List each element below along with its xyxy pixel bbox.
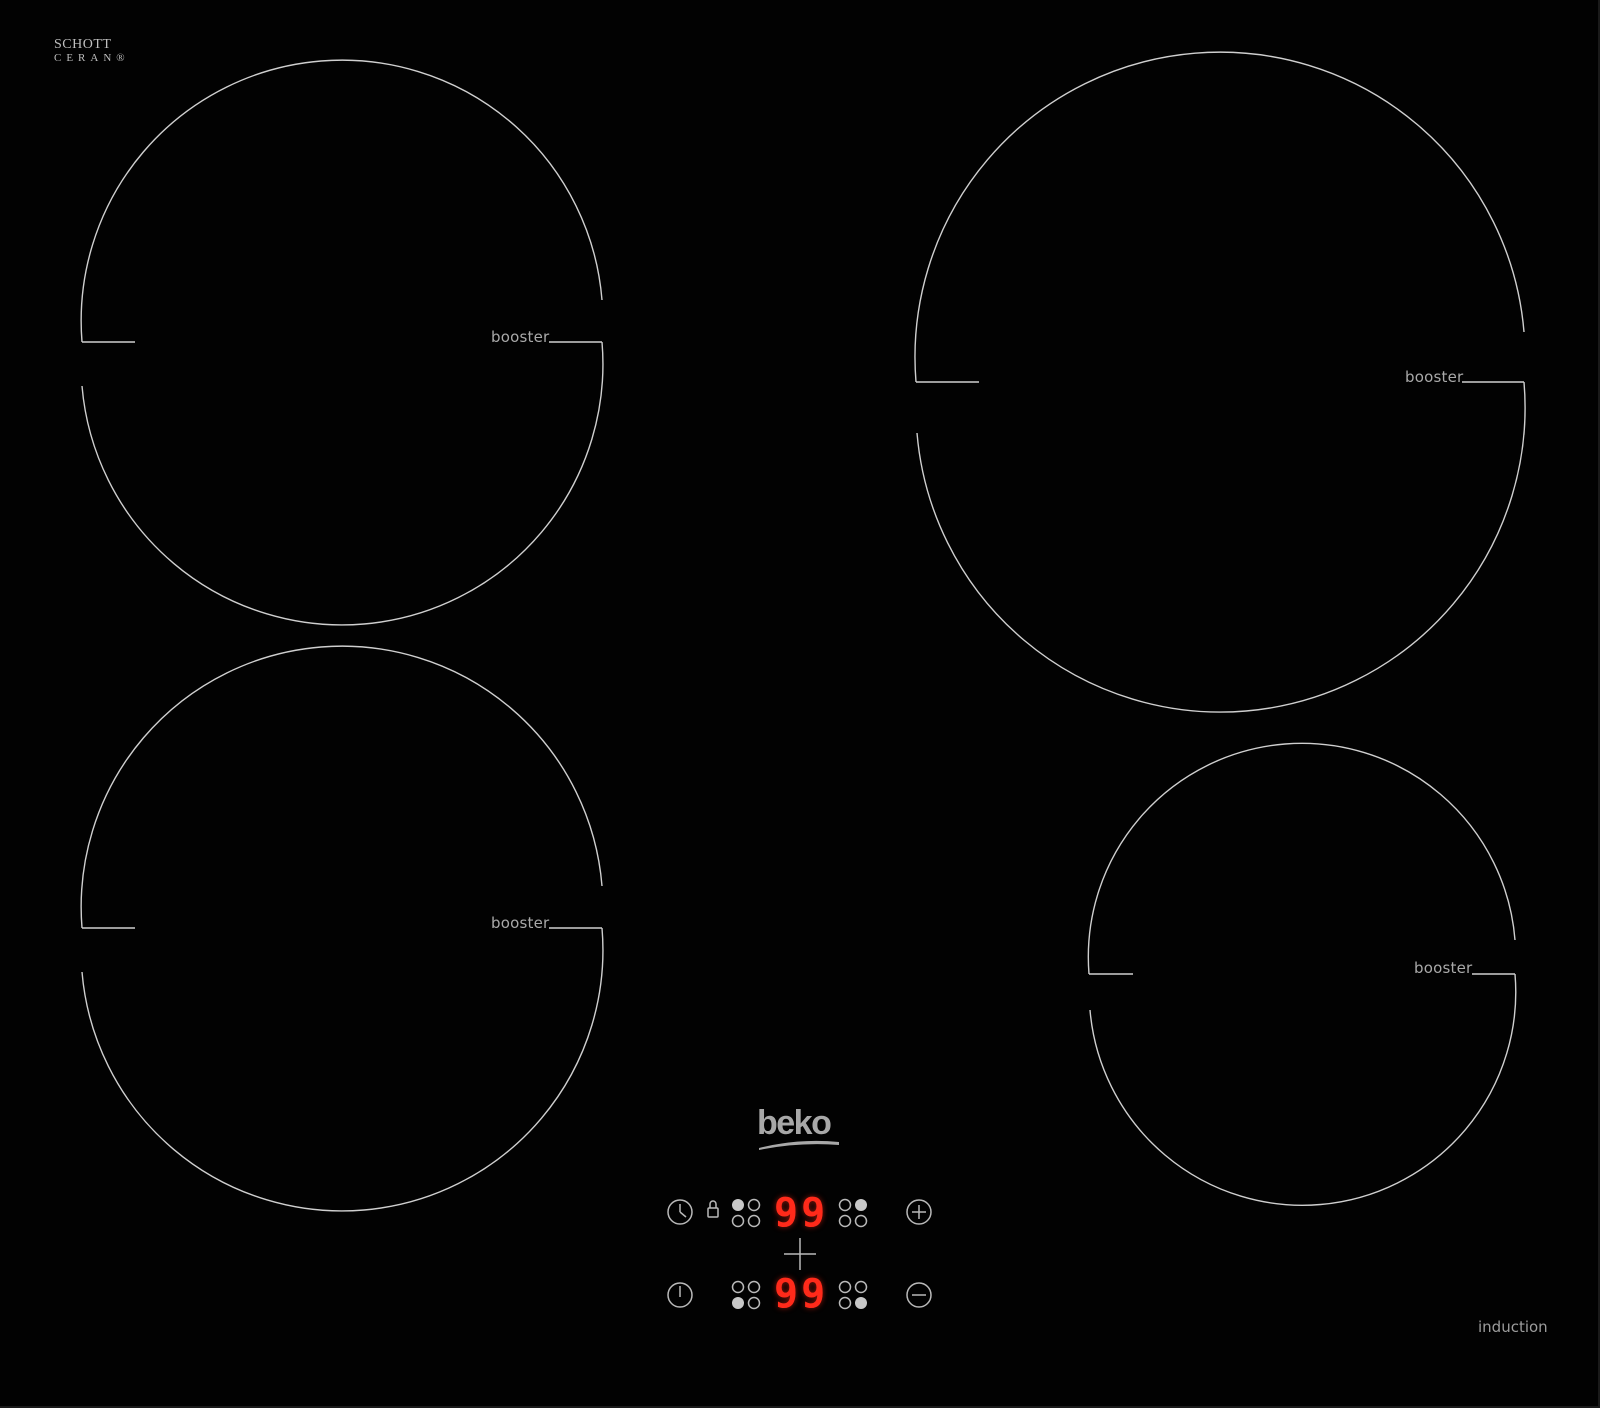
logo-swoosh-icon (759, 1140, 839, 1150)
induction-hob: booster booster booster booster SCHOTT C… (0, 0, 1600, 1408)
select-zone-bottom-right-button[interactable] (835, 1277, 871, 1313)
power-button[interactable] (666, 1281, 694, 1309)
select-zone-bottom-left-button[interactable] (728, 1277, 764, 1313)
zone-booster-label: booster (491, 914, 550, 932)
glass-brand-line1: SCHOTT (54, 37, 112, 52)
child-lock-button[interactable] (702, 1198, 724, 1222)
brand-logo: beko (757, 1104, 832, 1142)
induction-label: induction (1478, 1318, 1548, 1336)
timer-button[interactable] (666, 1198, 694, 1226)
power-level-display-top: 99 (774, 1190, 829, 1236)
decrease-button[interactable] (905, 1281, 933, 1309)
zone-booster-label: booster (1405, 368, 1464, 386)
zone-booster-label: booster (491, 328, 550, 346)
select-zone-top-left-button[interactable] (728, 1195, 764, 1231)
power-level-display-bottom: 99 (774, 1271, 829, 1317)
zone-booster-label: booster (1414, 959, 1473, 977)
glass-brand-mark: SCHOTT CERAN® (54, 38, 130, 64)
increase-button[interactable] (905, 1198, 933, 1226)
select-zone-top-right-button[interactable] (835, 1195, 871, 1231)
glass-brand-line2: CERAN® (54, 52, 130, 64)
